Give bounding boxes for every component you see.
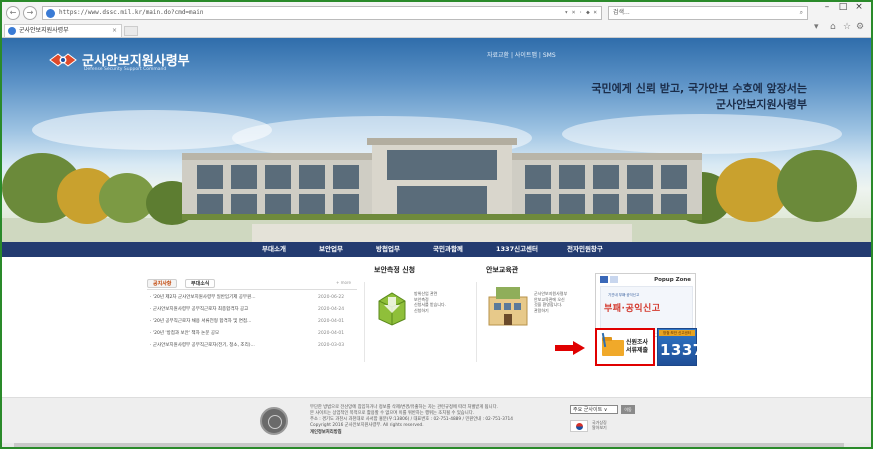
- url-text: https://www.dssc.mil.kr/main.do?cmd=main: [59, 9, 204, 16]
- privacy-policy-link[interactable]: 개인정보처리방침: [310, 429, 342, 435]
- logo-english-text: Defense Security Support Command: [84, 67, 167, 72]
- popup-page-2-button[interactable]: [610, 276, 618, 283]
- tab-favicon-icon: [8, 27, 16, 35]
- tab-notice[interactable]: 공지사항: [147, 279, 178, 288]
- section-divider: [476, 282, 477, 362]
- news-row[interactable]: · 군사안보지원사령부 공무직근로자 최종합격자 공고 2020-04-24: [150, 306, 355, 314]
- browser-chrome: ← → https://www.dssc.mil.kr/main.do?cmd=…: [2, 2, 871, 38]
- news-title: · '20년 '방첩과 보안' 책자 논문 공모: [150, 331, 220, 336]
- slogan-line-1: 국민에게 신뢰 받고, 국가안보 수호에 앞장서는: [591, 82, 807, 95]
- news-date: 2020-04-01: [318, 319, 345, 324]
- search-icon[interactable]: ⌕: [800, 7, 803, 19]
- tab-title: 군사안보지원사령부: [19, 27, 69, 34]
- news-title: · 군사안보지원사령부 공무직근로자(전기, 청소, 조리)...: [150, 343, 255, 348]
- nav-item-e-civil[interactable]: 전자민원창구: [567, 242, 603, 257]
- utility-links[interactable]: 자료교환 | 사이트맵 | SMS: [487, 50, 556, 59]
- news-date: 2020-04-01: [318, 331, 345, 336]
- apply-line-1: 신원조사: [626, 339, 649, 346]
- footer: 무단한 방법으로 전산망에 침입하거나 정보를 삭제/변경/유출하는 자는 관련…: [2, 397, 871, 447]
- news-title: · '20년 공무직근로자 채용 서류전형 합격자 및 면접...: [150, 319, 252, 324]
- desc-line: 것을 환영합니다.: [534, 302, 563, 307]
- address-controls[interactable]: ▾ × · ◆ ×: [564, 7, 597, 19]
- news-row[interactable]: · '20년 공무직근로자 채용 서류전형 합격자 및 면접... 2020-0…: [150, 318, 355, 326]
- news-panel: 공지사항 부대소식 + more · '20년 제2차 군사안보지원사령부 일반…: [147, 277, 357, 377]
- major-sites-select[interactable]: 주요 군사이트 ∨: [570, 405, 618, 414]
- desc-line: 군사안보지원사령부: [534, 291, 568, 296]
- horizontal-scrollbar[interactable]: [2, 443, 871, 447]
- section-divider: [364, 282, 365, 362]
- popup-page-1-button[interactable]: [600, 276, 608, 283]
- tab-unit-news[interactable]: 부대소식: [185, 279, 216, 288]
- news-row[interactable]: · '20년 '방첩과 보안' 책자 논문 공모 2020-04-01: [150, 330, 355, 338]
- popup-zone-title: Popup Zone: [654, 277, 691, 283]
- desc-line: 신청서를 받습니다.: [414, 302, 446, 307]
- download-box-icon: [378, 292, 406, 326]
- scrollbar-thumb[interactable]: [14, 443, 844, 447]
- back-arrow-icon: ←: [9, 8, 17, 17]
- education-hall-title[interactable]: 안보교육관: [486, 265, 518, 275]
- view-link[interactable]: 관람하기: [534, 308, 567, 314]
- favorites-icon[interactable]: ☆: [843, 22, 851, 32]
- nav-item-security-work[interactable]: 보안업무: [319, 242, 343, 257]
- apply-link[interactable]: 신청하기: [414, 308, 446, 314]
- nav-item-unit-intro[interactable]: 부대소개: [262, 242, 286, 257]
- apply-button-label: 신원조사 서류제출: [626, 339, 648, 355]
- minimize-icon[interactable]: –: [820, 2, 834, 12]
- forward-arrow-icon: →: [26, 8, 34, 17]
- tab-close-icon[interactable]: ×: [112, 25, 117, 37]
- search-input[interactable]: 검색... ⌕: [608, 6, 808, 20]
- search-dropdown-icon[interactable]: ▾: [814, 22, 819, 32]
- home-icon[interactable]: ⌂: [830, 22, 836, 32]
- back-button[interactable]: ←: [6, 6, 20, 20]
- news-more-link[interactable]: + more: [336, 280, 351, 285]
- report-1337-banner[interactable]: 방첩·보안 신고센터 1337: [657, 328, 703, 366]
- close-window-icon[interactable]: ×: [852, 2, 866, 12]
- background-check-submit-button[interactable]: 신원조사 서류제출: [595, 328, 655, 366]
- popup-banner-sub: 기관내 부패·공익신고: [608, 293, 640, 297]
- search-placeholder: 검색...: [613, 9, 630, 16]
- popup-banner-text: 부패·공익신고: [604, 304, 661, 314]
- news-title: · 군사안보지원사령부 공무직근로자 최종합격자 공고: [150, 307, 249, 312]
- command-emblem-icon: [49, 53, 77, 67]
- news-date: 2020-06-22: [318, 295, 345, 300]
- go-button[interactable]: 이동: [621, 405, 635, 414]
- footer-line-4: Copyright 2016 군사안보지원사령부. All rights res…: [310, 423, 424, 428]
- news-title: · '20년 제2차 군사안보지원사령부 일반임기제 공무원...: [150, 295, 256, 300]
- nav-item-counterintel[interactable]: 방첩업무: [376, 242, 400, 257]
- red-arrow-icon: [555, 341, 585, 355]
- education-hall-desc: 군사안보지원사령부 안보교육관에 오신 것을 환영합니다. 관람하기: [534, 291, 567, 313]
- new-tab-button[interactable]: [124, 26, 138, 36]
- command-seal-icon: [260, 407, 288, 435]
- banner-1337-caption: 방첩·보안 신고센터: [659, 330, 695, 336]
- main-nav: 부대소개 보안업무 방첩업무 국민과함께 1337신고센터 전자민원창구: [2, 242, 871, 257]
- news-row[interactable]: · 군사안보지원사령부 공무직근로자(전기, 청소, 조리)... 2020-0…: [150, 342, 355, 350]
- news-row[interactable]: · '20년 제2차 군사안보지원사령부 일반임기제 공무원... 2020-0…: [150, 294, 355, 302]
- slogan-line-2: 군사안보지원사령부: [715, 98, 807, 111]
- security-measure-desc: 방위산업 관련 보안측정 신청서를 받습니다. 신청하기: [414, 291, 446, 313]
- address-bar[interactable]: https://www.dssc.mil.kr/main.do?cmd=main…: [42, 6, 602, 20]
- main-content: 공지사항 부대소식 + more · '20년 제2차 군사안보지원사령부 일반…: [2, 257, 871, 397]
- maximize-icon[interactable]: □: [836, 2, 850, 12]
- tab-main[interactable]: 군사안보지원사령부 ×: [4, 24, 122, 37]
- hero-banner: 군사안보지원사령부 Defense Security Support Comma…: [2, 38, 871, 242]
- ie-icon: [46, 9, 55, 18]
- education-hall-building-icon: [488, 287, 528, 326]
- national-flag-icon[interactable]: [570, 420, 588, 432]
- apply-line-2: 서류제출: [626, 347, 649, 354]
- nav-item-1337-center[interactable]: 1337신고센터: [496, 242, 538, 257]
- banner-1337-number: 1337: [660, 341, 704, 359]
- security-measure-title[interactable]: 보안측정 신청: [374, 265, 415, 275]
- settings-icon[interactable]: ⚙: [856, 22, 864, 32]
- nav-item-with-citizens[interactable]: 국민과함께: [433, 242, 463, 257]
- national-symbol-text: 국가상징 알아보기: [592, 420, 607, 430]
- news-date: 2020-04-24: [318, 307, 345, 312]
- news-date: 2020-03-03: [318, 343, 345, 348]
- flag-text-line: 알아보기: [592, 425, 607, 430]
- news-divider: [147, 289, 357, 290]
- forward-button[interactable]: →: [23, 6, 37, 20]
